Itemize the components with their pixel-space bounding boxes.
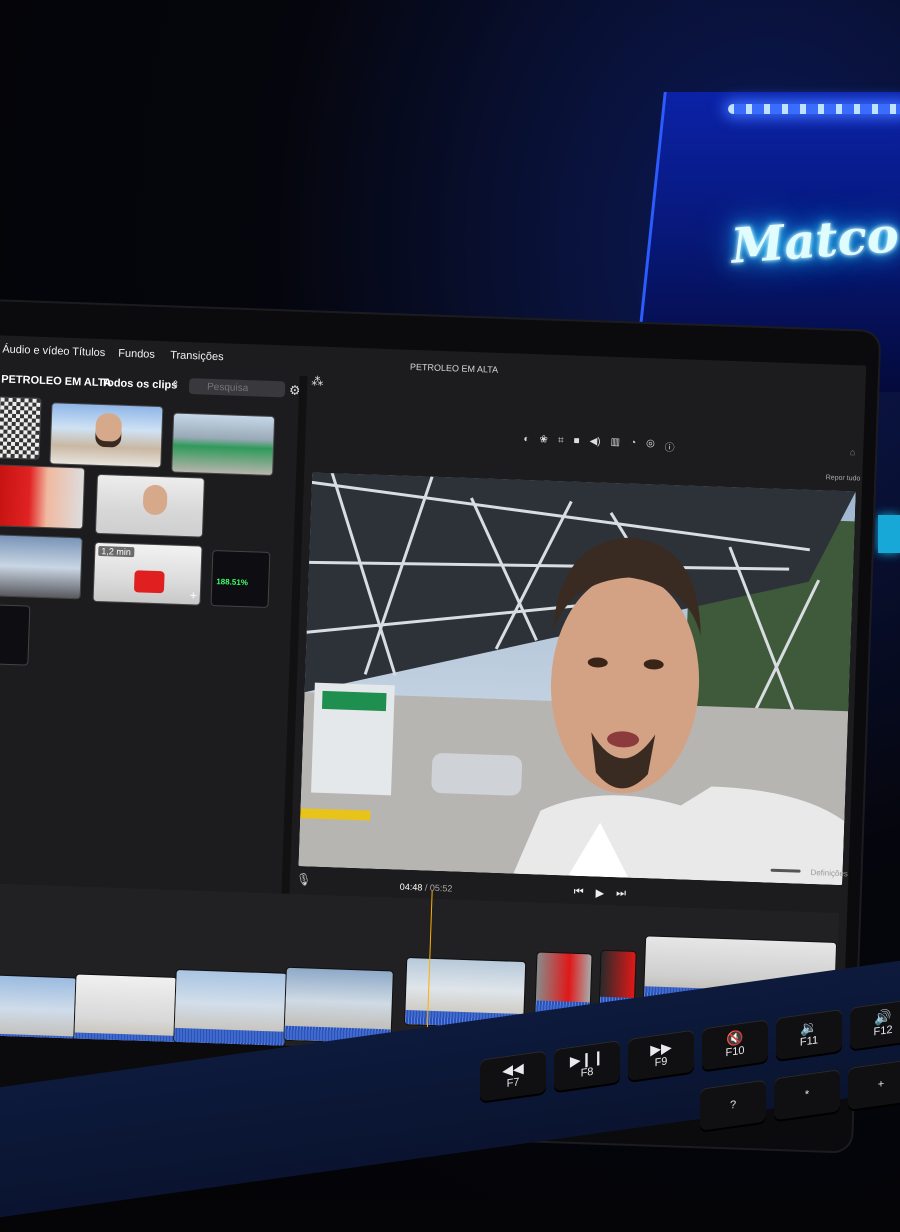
info-icon[interactable]: ⓘ	[664, 439, 675, 454]
clip-thumbnail[interactable]: 1,2 min +	[93, 542, 202, 605]
total-time: 05:52	[429, 882, 453, 894]
timeline-clip[interactable]	[174, 969, 287, 1046]
audio-waveform	[74, 1032, 175, 1050]
time-separator: /	[424, 882, 428, 893]
audio-waveform	[174, 1027, 285, 1046]
video-image	[298, 472, 856, 886]
red-object	[133, 570, 165, 594]
skip-forward-icon[interactable]: ⏭	[616, 887, 626, 900]
project-name: PETROLEO EM ALTA	[1, 373, 112, 390]
key-f12[interactable]: 🔊 F12	[850, 998, 900, 1050]
playback-controls: ⏮ ▶ ⏭	[573, 886, 627, 901]
clip-browser: 1,2 min + 188.51%	[0, 393, 299, 843]
clip-thumbnail[interactable]	[0, 605, 30, 665]
tab-titles[interactable]: Títulos	[72, 346, 105, 359]
reset-all-button[interactable]: Repor tudo	[826, 474, 861, 482]
noise-reduction-icon[interactable]: ▥	[610, 437, 620, 452]
neon-sign: Matco	[729, 207, 900, 275]
duration-badge: 1,2 min	[98, 545, 134, 558]
timeline-clip[interactable]	[284, 967, 393, 1044]
tab-backgrounds[interactable]: Fundos	[118, 348, 155, 361]
key-plus[interactable]: +	[848, 1058, 900, 1111]
lock-icon[interactable]: ⌂	[850, 447, 856, 457]
clip-thumbnail[interactable]	[50, 403, 163, 468]
clip-filter[interactable]: Todos os clips	[101, 377, 178, 392]
key-f10[interactable]: 🔇 F10	[702, 1019, 768, 1071]
play-icon[interactable]: ▶	[595, 887, 604, 900]
cyan-light	[878, 515, 900, 553]
imovie-window: Áudio e vídeo Títulos Fundos Transições …	[0, 335, 867, 1066]
key-f11[interactable]: 🔉 F11	[776, 1008, 842, 1061]
video-frame	[298, 472, 856, 886]
clip-thumbnail[interactable]: 188.51%	[211, 550, 270, 607]
tab-audio-video[interactable]: Áudio e vídeo	[2, 344, 70, 358]
face-shape	[142, 484, 168, 516]
settings-button[interactable]: Definições	[810, 868, 848, 878]
volume-icon[interactable]: ◀)	[589, 436, 600, 451]
key-f8[interactable]: ▶❙❙ F8	[554, 1040, 620, 1092]
timecode: 04:48 / 05:52	[400, 882, 453, 894]
crop-icon[interactable]: ⌗	[558, 435, 564, 450]
chevron-updown-icon[interactable]: ⇕	[171, 379, 180, 390]
viewer: ◐ ❀ ⌗ ■ ◀) ▥ ◔ ◎ ⓘ ⌂ Repor tudo ⏮ ▶ ⏭	[298, 404, 862, 900]
color-balance-icon[interactable]: ◐	[523, 434, 529, 449]
timeline-clip[interactable]	[74, 974, 177, 1050]
speed-icon[interactable]: ◔	[630, 437, 636, 452]
clip-thumbnail[interactable]	[172, 413, 275, 475]
tab-transitions[interactable]: Transições	[170, 349, 224, 363]
qr-code-thumbnail[interactable]	[0, 397, 41, 459]
clip-thumbnail[interactable]	[0, 535, 82, 599]
clip-thumbnail[interactable]	[0, 465, 85, 529]
stabilization-icon[interactable]: ■	[573, 436, 579, 451]
window-title: PETROLEO EM ALTA	[409, 361, 499, 375]
stat-label: 188.51%	[216, 577, 249, 588]
led-strip	[728, 104, 900, 114]
microphone-icon[interactable]: 🎙	[296, 872, 312, 887]
current-time: 04:48	[399, 881, 423, 893]
audio-waveform	[0, 1032, 75, 1051]
timeline-clip[interactable]	[0, 974, 77, 1051]
key-f9[interactable]: ▶▶ F9	[628, 1029, 694, 1081]
face-shape	[94, 412, 123, 448]
skip-back-icon[interactable]: ⏮	[573, 886, 584, 899]
clip-thumbnail[interactable]	[95, 474, 204, 537]
magic-wand-icon[interactable]: ⁂	[311, 374, 323, 388]
key-f7[interactable]: ◀◀ F7	[480, 1050, 546, 1102]
color-correction-icon[interactable]: ❀	[539, 434, 548, 449]
filter-icon[interactable]: ◎	[646, 438, 655, 453]
search-input[interactable]	[188, 378, 286, 398]
viewer-toolbar: ◐ ❀ ⌗ ■ ◀) ▥ ◔ ◎ ⓘ	[523, 434, 675, 454]
add-icon[interactable]: +	[190, 588, 197, 602]
